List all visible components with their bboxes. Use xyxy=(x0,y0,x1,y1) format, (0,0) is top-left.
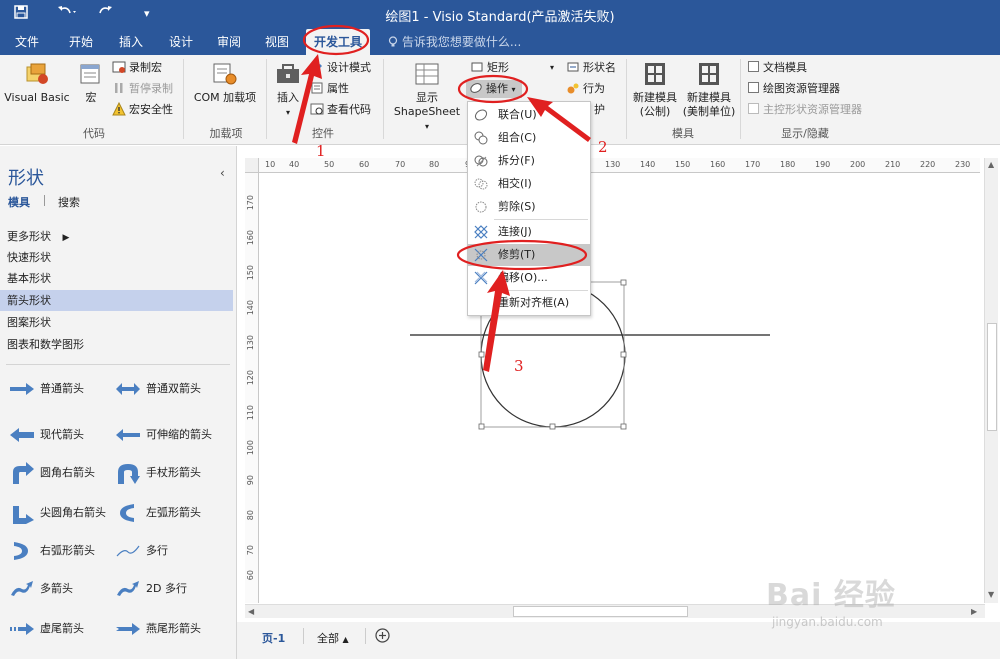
annotation-circle xyxy=(302,24,370,56)
annotation-number-1: 1 xyxy=(316,142,326,160)
annotation-overlay xyxy=(292,24,591,372)
annotation-number-2: 2 xyxy=(598,138,608,156)
baidu-watermark-url: jingyan.baidu.com xyxy=(772,615,883,629)
annotation-arrow-1 xyxy=(292,54,322,144)
annotation-circle xyxy=(456,239,588,271)
annotation-arrow-3 xyxy=(483,270,510,372)
annotation-circle xyxy=(457,74,529,104)
annotation-number-3: 3 xyxy=(514,357,524,375)
baidu-watermark: Bai 经验 xyxy=(766,578,896,613)
annotation-arrow-2 xyxy=(527,97,591,142)
